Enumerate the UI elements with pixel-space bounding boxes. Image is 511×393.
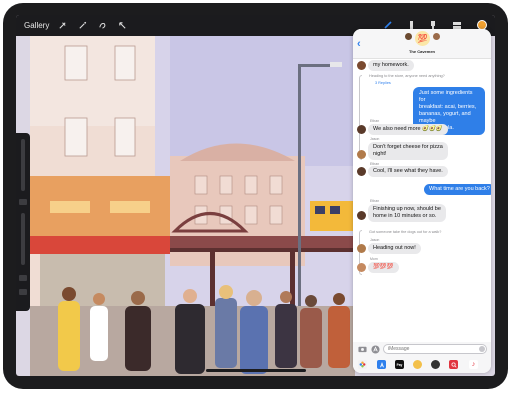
ipad-screen: Gallery ‹ 💯 The Cavemen my homework. Hea… [16, 15, 495, 376]
music-icon[interactable]: ♪ [469, 360, 478, 369]
search-images-icon[interactable] [449, 360, 458, 369]
gallery-button[interactable]: Gallery [24, 21, 49, 30]
message-bubble[interactable]: my homework. [368, 60, 414, 71]
memoji-2-icon[interactable] [431, 360, 440, 369]
avatar [357, 244, 366, 253]
transform-arrow-icon[interactable] [115, 20, 129, 32]
apple-pay-icon[interactable]: Pay [395, 360, 404, 369]
photos-app-icon[interactable] [358, 360, 367, 369]
thread-preview[interactable]: Heading to the store, anyone need anythi… [369, 74, 445, 78]
app-store-icon[interactable] [377, 360, 386, 369]
message-bubble[interactable]: Finishing up now, should be home in 10 m… [368, 204, 446, 222]
message-bubble[interactable]: Heading out now! [368, 243, 421, 254]
brush-size-slider[interactable] [21, 139, 25, 191]
wrench-icon[interactable] [55, 20, 69, 32]
group-avatars[interactable]: 💯 [403, 31, 443, 47]
redo-icon[interactable] [19, 289, 27, 295]
avatar [433, 33, 440, 40]
group-photo: 💯 [415, 31, 430, 46]
avatar [357, 150, 366, 159]
thread-preview[interactable]: Got someone take the dogs out for a walk… [369, 230, 441, 234]
avatar [357, 125, 366, 134]
message-bubble[interactable]: Don't forget cheese for pizza night! [368, 142, 448, 160]
sender-name: Ethan [370, 119, 380, 123]
opacity-slider[interactable] [21, 213, 25, 265]
illustration-canvas[interactable] [30, 36, 355, 376]
sender-name: Mom [370, 257, 378, 261]
avatar [357, 61, 366, 70]
message-bubble[interactable]: What time are you back? [424, 184, 491, 195]
message-bubble[interactable]: Cool, I'll see what they have. [368, 166, 448, 177]
message-thread[interactable]: my homework. Heading to the store, anyon… [353, 60, 491, 340]
magic-wand-icon[interactable] [75, 20, 89, 32]
selection-icon[interactable] [95, 20, 109, 32]
undo-icon[interactable] [19, 275, 27, 281]
sender-name: Jason [370, 238, 380, 242]
message-bubble[interactable]: 💯💯💯 [368, 262, 399, 273]
sender-name: Jason [370, 137, 380, 141]
reply-thread-line [359, 75, 362, 160]
sender-name: Ethan [370, 199, 380, 203]
app-store-icon[interactable] [371, 345, 380, 354]
replies-link[interactable]: 3 Replies [375, 81, 391, 85]
brush-sidebar [16, 133, 30, 311]
message-bubble[interactable]: We also need more 🥑🥑🥑 [368, 124, 448, 135]
camera-icon[interactable] [358, 345, 367, 353]
modify-button[interactable] [19, 199, 27, 205]
home-indicator[interactable] [206, 369, 306, 372]
audio-record-icon[interactable] [479, 346, 485, 352]
app-drawer: Pay ♪ [353, 358, 491, 371]
avatar [357, 263, 366, 272]
avatar [405, 33, 412, 40]
message-input[interactable] [383, 344, 487, 354]
avatar [357, 167, 366, 176]
avatar [357, 211, 366, 220]
messages-panel: ‹ 💯 The Cavemen my homework. Heading to … [353, 29, 491, 373]
message-composer: Pay ♪ [353, 342, 491, 373]
memoji-icon[interactable] [413, 360, 422, 369]
group-name[interactable]: The Cavemen [353, 49, 491, 54]
conversation-header: ‹ 💯 The Cavemen [353, 29, 491, 59]
